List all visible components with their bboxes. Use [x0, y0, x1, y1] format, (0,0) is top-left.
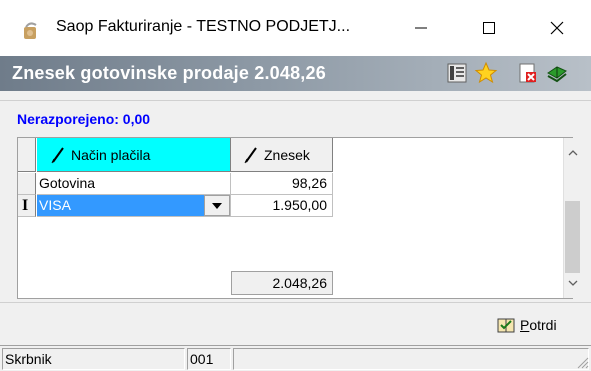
scroll-thumb[interactable] — [565, 201, 580, 273]
chevron-down-icon — [568, 280, 577, 286]
payment-grid[interactable]: Način plačila Znesek Gotovina 98,26 I VI… — [17, 137, 580, 299]
list-icon[interactable] — [445, 61, 469, 85]
scroll-up-button[interactable] — [564, 146, 581, 160]
confirm-book-icon — [497, 318, 515, 333]
status-code: 001 — [187, 348, 231, 370]
close-icon — [550, 21, 564, 35]
column-header-payment-method[interactable]: Način plačila — [37, 138, 231, 172]
close-button[interactable] — [532, 0, 582, 56]
grid-corner — [18, 138, 36, 172]
column-label-amount: Znesek — [264, 147, 310, 163]
confirm-button[interactable]: Potrdi — [496, 313, 557, 337]
chevron-up-icon — [568, 150, 577, 156]
cell-amount[interactable]: 98,26 — [231, 173, 333, 195]
status-bar: Skrbnik 001 — [0, 345, 591, 371]
header-band: Znesek gotovinske prodaje 2.048,26 — [0, 56, 591, 91]
maximize-icon — [483, 22, 495, 34]
chevron-down-icon — [212, 202, 222, 209]
text-cursor-icon: I — [22, 197, 29, 214]
cell-payment-method[interactable]: Gotovina — [37, 173, 231, 195]
app-icon — [24, 22, 37, 39]
payment-method-dropdown[interactable]: VISA — [37, 195, 231, 217]
row-indicator[interactable] — [18, 173, 36, 195]
status-user: Skrbnik — [2, 348, 185, 370]
dropdown-button[interactable] — [204, 195, 230, 216]
pencil-icon — [51, 147, 64, 164]
dropdown-value: VISA — [39, 197, 71, 213]
cell-amount[interactable]: 1.950,00 — [231, 195, 333, 217]
status-extra — [233, 348, 589, 370]
unallocated-amount: Nerazporejeno: 0,00 — [17, 111, 151, 127]
toolbar-strip — [0, 91, 591, 101]
pencil-icon — [244, 147, 257, 164]
resize-grip-icon[interactable] — [575, 355, 589, 369]
minimize-button[interactable] — [396, 0, 446, 56]
delete-document-icon[interactable] — [516, 61, 540, 85]
row-indicator-current[interactable]: I — [18, 195, 36, 217]
scroll-down-button[interactable] — [564, 276, 581, 290]
page-title: Znesek gotovinske prodaje 2.048,26 — [12, 63, 326, 83]
column-header-amount[interactable]: Znesek — [231, 138, 333, 172]
divider — [0, 302, 591, 303]
column-label-payment-method: Način plačila — [71, 147, 151, 163]
maximize-button[interactable] — [464, 0, 514, 56]
vertical-scrollbar[interactable] — [563, 138, 580, 298]
window-title: Saop Fakturiranje - TESTNO PODJETJ... — [56, 18, 351, 35]
minimize-icon — [415, 27, 427, 29]
books-icon[interactable] — [545, 61, 569, 85]
total-amount: 2.048,26 — [231, 271, 333, 295]
confirm-label: Potrdi — [520, 317, 557, 333]
window-titlebar[interactable]: Saop Fakturiranje - TESTNO PODJETJ... — [0, 0, 591, 56]
star-icon[interactable] — [474, 61, 498, 85]
